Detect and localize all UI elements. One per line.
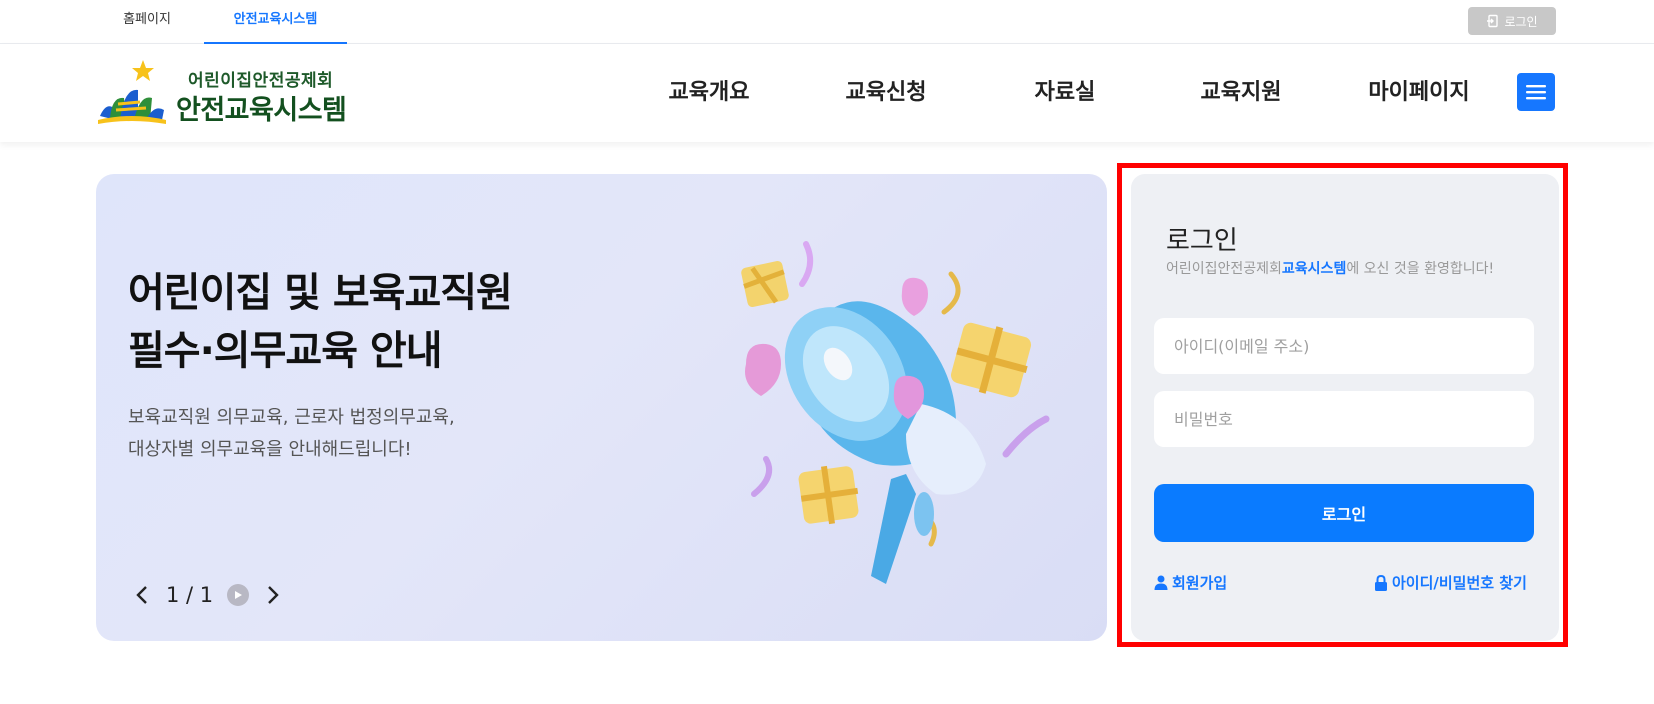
tab-safety-education-system[interactable]: 안전교육시스템 [204,0,347,44]
login-door-icon [1487,14,1499,28]
banner-prev-button[interactable] [132,583,152,607]
logo-emblem-icon [98,60,166,124]
site-logo[interactable]: 어린이집안전공제회 안전교육시스템 [96,58,376,128]
top-login-label: 로그인 [1504,14,1538,29]
hamburger-icon [1526,85,1546,100]
banner-desc-line2: 대상자별 의무교육을 안내해드립니다! [128,439,412,460]
top-utility-bar: 홈페이지 안전교육시스템 로그인 [0,0,1654,44]
nav-education-support[interactable]: 교육지원 [1188,44,1294,142]
chevron-right-icon [268,586,279,604]
hamburger-menu-button[interactable] [1517,73,1555,111]
tab-homepage[interactable]: 홈페이지 [102,0,192,44]
banner-title-line2: 필수·의무교육 안내 [128,328,443,374]
nav-education-overview[interactable]: 교육개요 [656,44,762,142]
login-highlight-box [1117,163,1568,647]
banner-page-indicator: 1 / 1 [166,583,214,607]
nav-mypage[interactable]: 마이페이지 [1356,44,1482,142]
logo-system-name: 안전교육시스템 [176,95,347,126]
main-header: 어린이집안전공제회 안전교육시스템 교육개요 교육신청 자료실 교육지원 마이페… [0,44,1654,142]
banner-title-line1: 어린이집 및 보육교직원 [128,270,513,316]
nav-education-apply[interactable]: 교육신청 [833,44,939,142]
hero-banner: 어린이집 및 보육교직원 필수·의무교육 안내 보육교직원 의무교육, 근로자 … [96,174,1107,641]
top-login-button[interactable]: 로그인 [1468,7,1556,35]
banner-desc-line1: 보육교직원 의무교육, 근로자 법정의무교육, [128,407,455,428]
banner-pager: 1 / 1 [132,580,283,610]
banner-next-button[interactable] [263,583,283,607]
banner-play-button[interactable] [227,584,250,606]
play-icon [235,591,243,599]
chevron-left-icon [136,586,147,604]
banner-description: 보육교직원 의무교육, 근로자 법정의무교육, 대상자별 의무교육을 안내해드립… [128,402,455,466]
megaphone-illustration [741,241,1050,584]
nav-resources[interactable]: 자료실 [1012,44,1118,142]
banner-title: 어린이집 및 보육교직원 필수·의무교육 안내 [128,264,513,380]
